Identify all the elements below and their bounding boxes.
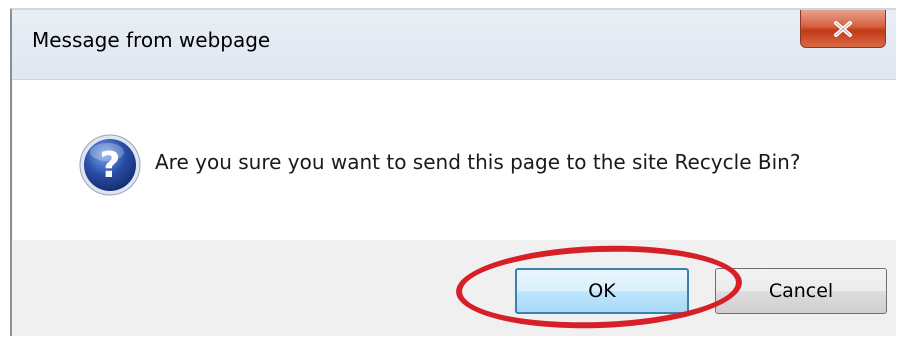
dialog-title: Message from webpage — [32, 28, 271, 52]
ok-button[interactable]: OK — [515, 268, 689, 314]
svg-text:?: ? — [100, 145, 121, 186]
question-icon: ? — [79, 134, 141, 196]
cancel-button[interactable]: Cancel — [715, 268, 887, 314]
dialog-titlebar: Message from webpage — [12, 10, 896, 80]
dialog-content: ? Are you sure you want to send this pag… — [13, 80, 896, 240]
dialog-footer: OK Cancel — [13, 240, 896, 336]
close-button[interactable] — [800, 10, 886, 48]
dialog-message: Are you sure you want to send this page … — [155, 150, 801, 174]
message-dialog: Message from webpage ? Are you sure you … — [10, 8, 896, 336]
close-icon — [834, 20, 852, 37]
